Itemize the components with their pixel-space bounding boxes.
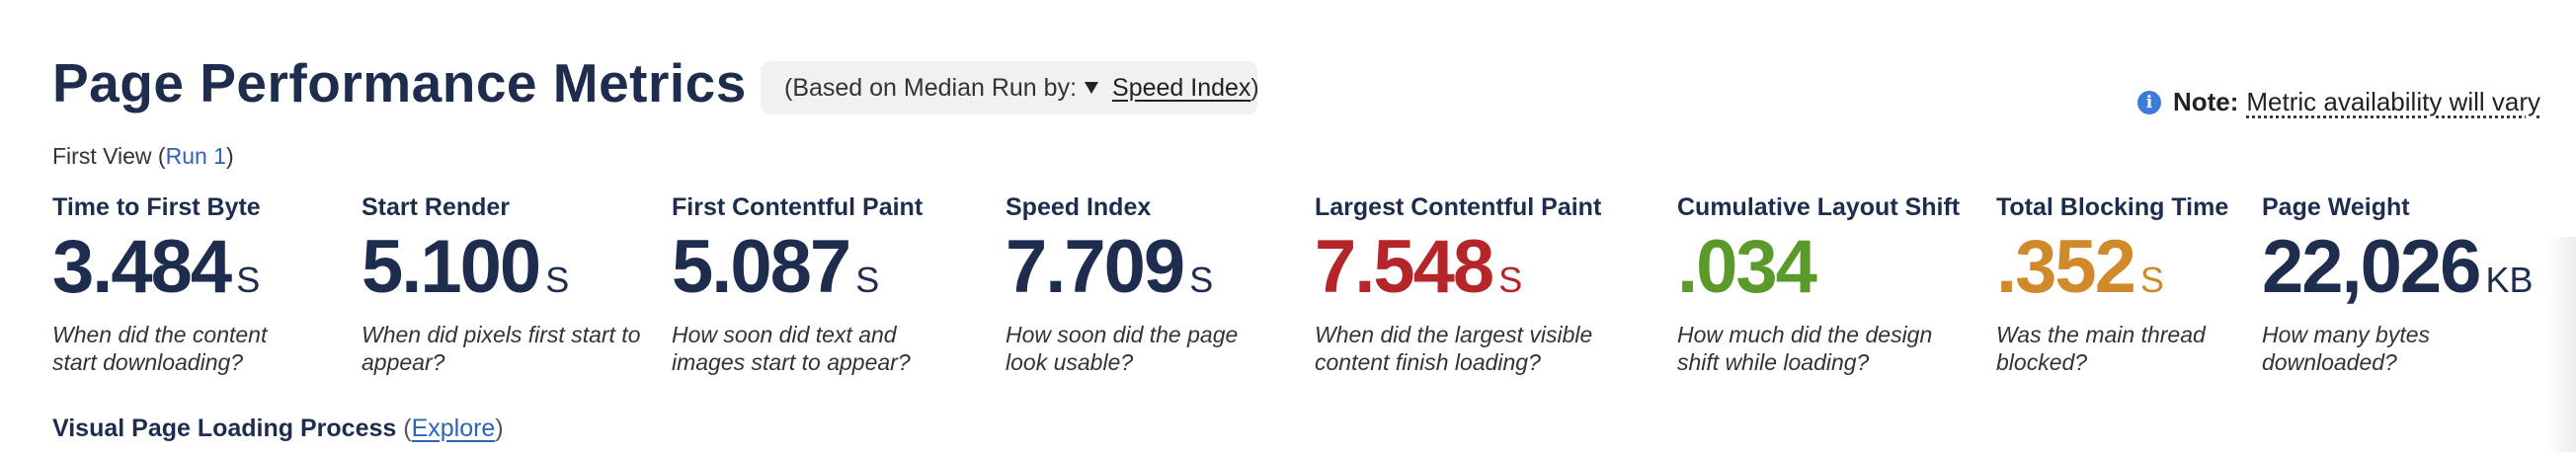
metric-description: How many bytes downloaded? xyxy=(2262,322,2431,375)
metric-unit: S xyxy=(236,260,261,300)
metric-value: 22,026 xyxy=(2262,225,2481,309)
metric-label: Cumulative Layout Shift xyxy=(1677,193,1961,221)
metric-label: Start Render xyxy=(362,193,511,221)
explore-link[interactable]: Explore xyxy=(412,414,496,442)
scroll-edge-shadow xyxy=(2546,237,2576,452)
metric-value: 3.484 xyxy=(52,225,232,309)
metric-value: .034 xyxy=(1677,225,1817,309)
metric-value: 7.709 xyxy=(1006,225,1185,309)
note-label: Note: xyxy=(2172,87,2239,116)
metric-label: Time to First Byte xyxy=(52,193,261,221)
metric-ttfb: Time to First Byte 3.484 S When did the c… xyxy=(52,193,309,376)
metric-value: 7.548 xyxy=(1315,225,1494,309)
note-text[interactable]: Metric availability will vary xyxy=(2246,87,2540,117)
paren-open: ( xyxy=(403,414,412,442)
metric-description: When did the content start downloading? xyxy=(52,322,268,375)
metric-unit: S xyxy=(855,260,880,300)
metric-start-render: Start Render 5.100 S When did pixels firs… xyxy=(362,193,648,376)
metric-label: Largest Contentful Paint xyxy=(1315,193,1602,221)
metric-description: Was the main thread blocked? xyxy=(1996,322,2206,375)
metric-unit: S xyxy=(2139,260,2164,300)
info-icon: i xyxy=(2136,90,2161,114)
metric-unit: S xyxy=(1189,260,1214,300)
basis-selected-metric[interactable]: Speed Index xyxy=(1112,74,1250,103)
page-title: Page Performance Metrics xyxy=(52,52,747,113)
metric-value: .352 xyxy=(1996,225,2136,309)
median-basis-selector[interactable]: (Based on Median Run by: Speed Index ) xyxy=(761,61,1259,114)
run-link[interactable]: Run 1 xyxy=(166,143,226,169)
view-suffix: ) xyxy=(225,143,234,169)
metric-tbt: Total Blocking Time .352 S Was the main t… xyxy=(1996,193,2228,376)
view-indicator: First View (Run 1) xyxy=(52,143,234,170)
caret-down-icon[interactable] xyxy=(1085,82,1099,94)
metric-description: How soon did text and images start to ap… xyxy=(672,322,911,375)
metric-value: 5.087 xyxy=(672,225,851,309)
metric-fcp: First Contentful Paint 5.087 S How soon d… xyxy=(672,193,938,376)
metric-description: When did pixels first start to appear? xyxy=(362,322,641,375)
metric-description: How much did the design shift while load… xyxy=(1677,322,1933,375)
metric-unit: KB xyxy=(2485,260,2534,300)
metric-label: Total Blocking Time xyxy=(1996,193,2229,221)
basis-suffix: ) xyxy=(1250,73,1259,102)
view-label: First View ( xyxy=(52,143,166,169)
metric-cls: Cumulative Layout Shift .034 How much di… xyxy=(1677,193,1960,376)
metric-label: Page Weight xyxy=(2262,193,2410,221)
visual-loading-label: Visual Page Loading Process xyxy=(52,414,397,442)
visual-loading-heading: Visual Page Loading Process (Explore) xyxy=(52,414,504,443)
metric-speed-index: Speed Index 7.709 S How soon did the page… xyxy=(1006,193,1262,376)
availability-note: i Note: Metric availability will vary xyxy=(2136,87,2540,117)
metric-unit: S xyxy=(1498,260,1523,300)
paren-close: ) xyxy=(495,414,504,442)
metric-description: How soon did the page look usable? xyxy=(1006,322,1239,375)
metrics-panel: Page Performance Metrics (Based on Media… xyxy=(0,0,2576,452)
metric-page-weight: Page Weight 22,026 KB How many bytes down… xyxy=(2262,193,2533,376)
metric-lcp: Largest Contentful Paint 7.548 S When did… xyxy=(1315,193,1611,376)
metric-label: First Contentful Paint xyxy=(672,193,924,221)
basis-prefix: (Based on Median Run by: xyxy=(784,73,1078,102)
metric-label: Speed Index xyxy=(1006,193,1152,221)
metric-value: 5.100 xyxy=(362,225,541,309)
metric-unit: S xyxy=(545,260,570,300)
metric-description: When did the largest visible content fin… xyxy=(1315,322,1593,375)
